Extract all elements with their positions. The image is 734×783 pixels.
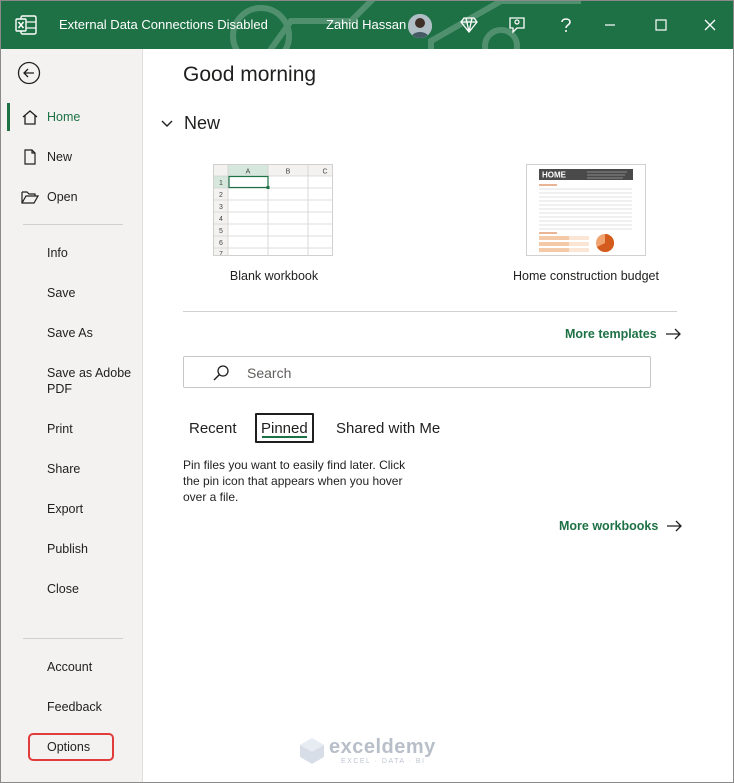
pinned-empty-message: Pin files you want to easily find later.… [183,458,406,504]
sidebar-item-label: Print [47,422,73,436]
row-label: 4 [219,216,223,223]
sidebar-item-label: Account [47,660,93,674]
sidebar-item-label: Home [47,110,81,124]
excel-icon [15,15,37,35]
search-input[interactable]: Search [247,365,291,381]
template-label[interactable]: Blank workbook [204,269,344,283]
row-label: 7 [219,251,223,256]
template-label[interactable]: Home construction budget [506,269,666,283]
close-button[interactable] [698,13,722,37]
minimize-icon [605,24,615,26]
user-name[interactable]: Zahid Hassan [326,17,406,32]
minimize-button[interactable] [598,13,622,37]
more-workbooks-link[interactable]: More workbooks [559,519,683,533]
home-budget-thumbnail: HOME [526,164,646,256]
user-avatar-icon [408,14,432,38]
arrow-right-icon [665,328,681,340]
watermark-name: exceldemy [329,736,436,758]
greeting-heading: Good morning [183,63,317,86]
blank-workbook-thumbnail: A B C 1 2 3 4 5 6 7 [213,164,333,256]
sidebar-item-open[interactable]: Open [1,181,142,213]
tab-shared-with-me[interactable]: Shared with Me [336,413,440,443]
diamond-icon[interactable] [457,13,481,37]
sidebar-item-label: Feedback [47,700,102,714]
excel-backstage-window: External Data Connections Disabled Zahid… [0,0,734,783]
tab-recent[interactable]: Recent [189,413,237,443]
tab-pinned-label: Pinned [261,419,308,437]
sidebar-divider [23,224,123,225]
sidebar-divider [23,638,123,639]
row-label: 5 [219,228,223,235]
search-icon [213,365,229,381]
row-label: 1 [219,180,223,187]
window-title: External Data Connections Disabled [59,17,268,32]
folder-open-icon [21,191,39,204]
watermark-tagline: EXCEL · DATA · BI [341,758,426,765]
sidebar-item-label: Share [47,462,81,476]
row-label: 3 [219,204,223,211]
sidebar-item-save[interactable]: Save [1,277,142,309]
avatar[interactable] [408,14,432,38]
sidebar-item-info[interactable]: Info [1,237,142,269]
exceldemy-logo-icon [300,738,324,764]
sidebar-item-label: Save [47,286,76,300]
spreadsheet-grid-icon: A B C 1 2 3 4 5 6 7 [214,165,332,256]
new-section-toggle[interactable]: New [160,113,220,134]
sidebar-item-feedback[interactable]: Feedback [1,691,142,723]
close-icon [704,19,716,31]
maximize-icon [655,19,667,31]
exceldemy-watermark: exceldemy EXCEL · DATA · BI [299,735,449,771]
sidebar-item-label: New [47,150,73,164]
arrow-right-icon [667,520,683,532]
sidebar-item-export[interactable]: Export [1,493,142,525]
title-bar: External Data Connections Disabled Zahid… [1,1,733,49]
sidebar-item-account[interactable]: Account [1,651,142,683]
col-label: C [322,169,327,176]
sidebar-item-save-as[interactable]: Save As [1,317,142,349]
options-highlight-box [28,733,114,761]
chevron-down-icon [161,120,173,127]
budget-preview-icon: HOME [539,169,633,252]
sidebar-item-label: Open [47,190,78,204]
sidebar-item-home[interactable]: Home [1,101,142,133]
new-heading: New [184,113,221,133]
sidebar-item-label: Close [47,582,79,596]
tab-selected-underline [262,436,307,438]
coauthor-icon[interactable] [505,13,529,37]
sidebar-item-new[interactable]: New [1,141,142,173]
sidebar-item-close[interactable]: Close [1,573,142,605]
budget-header: HOME [542,171,567,180]
sidebar-item-label: Save As [47,326,93,340]
template-home-construction-budget[interactable]: HOME [526,164,646,256]
sidebar-item-save-as-adobe-pdf[interactable]: Save as Adobe PDF [1,363,142,403]
sidebar-item-label: Save as Adobe PDF [47,366,132,396]
sidebar-item-publish[interactable]: Publish [1,533,142,565]
more-workbooks-label: More workbooks [559,519,659,533]
search-box[interactable]: Search [183,356,651,388]
row-label: 2 [219,192,223,199]
home-icon [22,110,38,125]
new-document-icon [24,149,36,165]
backstage-sidebar: Home New Open Info Save Save As Save as … [1,49,143,782]
sidebar-item-share[interactable]: Share [1,453,142,485]
row-label: 6 [219,240,223,247]
help-icon[interactable] [554,13,578,37]
maximize-button[interactable] [649,13,673,37]
sidebar-item-print[interactable]: Print [1,413,142,445]
tab-pinned[interactable]: Pinned [255,413,314,443]
back-arrow-icon[interactable] [17,61,41,85]
sidebar-item-label: Publish [47,542,88,556]
more-templates-link[interactable]: More templates [565,327,681,341]
col-label: B [286,169,291,176]
backstage-home: Good morning New A B C 1 2 3 4 5 6 7 Bla… [144,49,733,782]
col-label: A [246,169,251,176]
template-blank-workbook[interactable]: A B C 1 2 3 4 5 6 7 [213,164,333,256]
more-templates-label: More templates [565,327,657,341]
sidebar-item-label: Info [47,246,68,260]
sidebar-item-label: Export [47,502,84,516]
section-divider [183,311,677,312]
